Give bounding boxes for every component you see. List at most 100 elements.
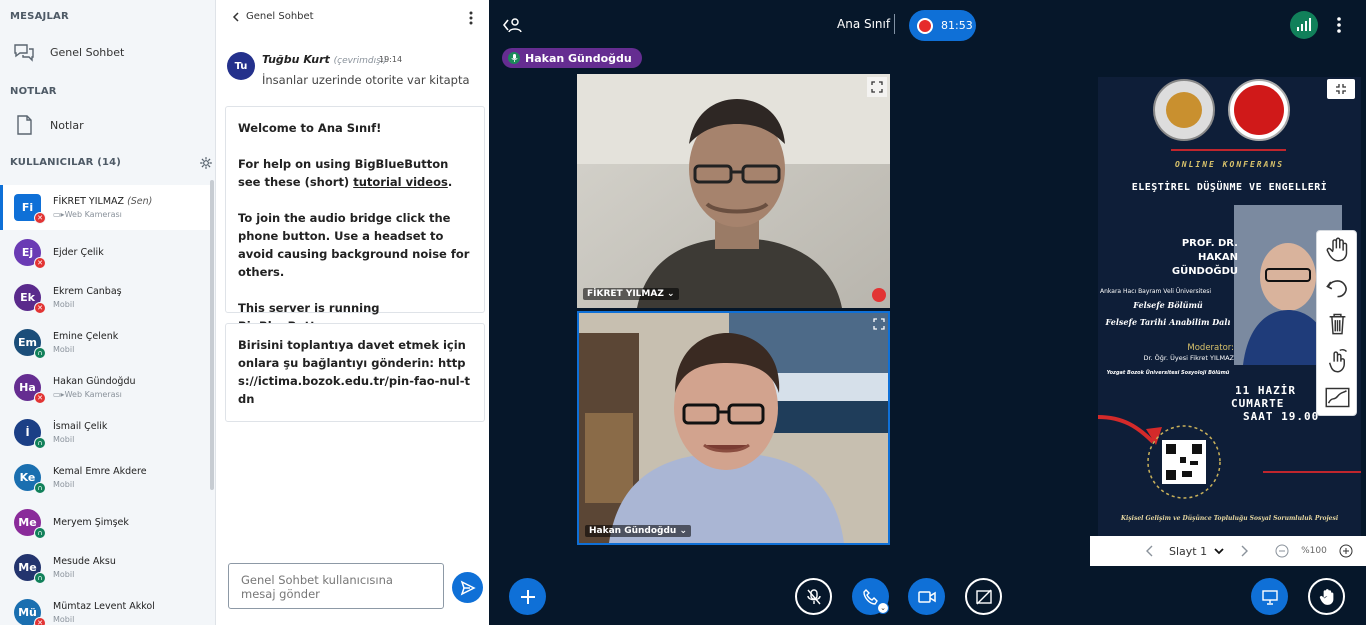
chat-message-input[interactable]: Genel Sohbet kullanıcısına mesaj gönder	[228, 563, 444, 609]
zoom-in-icon[interactable]	[1339, 544, 1353, 558]
notes-item[interactable]: Notlar	[12, 113, 84, 137]
user-list-item[interactable]: Fi ✕ FİKRET YILMAZ (Sen) ▭▸Web Kamerası	[0, 185, 210, 230]
audio-options-chevron-icon[interactable]: ⌄	[877, 602, 889, 614]
user-status-text: Mobil	[53, 300, 75, 309]
user-name: İsmail Çelik	[53, 421, 107, 432]
presentation-toggle-button[interactable]	[1251, 578, 1288, 615]
video-label-fikret[interactable]: FİKRET YILMAZ ⌄	[583, 288, 679, 300]
user-status: Mobil	[53, 570, 74, 579]
webcam-video-hakan[interactable]: Hakan Gündoğdu ⌄	[577, 311, 890, 545]
undo-icon[interactable]	[1324, 273, 1351, 300]
user-list-item[interactable]: Ek ✕ Ekrem Canbaş Mobil	[0, 275, 210, 320]
muted-mic-icon: ✕	[34, 392, 46, 404]
slide-select[interactable]: Slayt 1	[1169, 545, 1207, 558]
user-list-item[interactable]: Ej ✕ Ejder Çelik	[0, 230, 210, 275]
slide-prof-title: PROF. DR.	[1181, 238, 1238, 249]
toggle-userlist-icon[interactable]	[503, 16, 523, 34]
recording-button[interactable]: 81:53	[909, 10, 976, 41]
user-you: (Sen)	[127, 196, 153, 207]
webcam-video-fikret[interactable]: FİKRET YILMAZ ⌄	[577, 74, 890, 308]
slide-dept2: Felsefe Tarihi Anabilim Dalı	[1105, 317, 1231, 327]
invite-text: Birisini toplantıya davet etmek için onl…	[238, 338, 471, 406]
user-settings-gear-icon[interactable]	[199, 156, 213, 170]
welcome-message-box: Welcome to Ana Sınıf! For help on using …	[225, 106, 485, 333]
send-message-button[interactable]	[452, 572, 483, 603]
webcam-icon: ▭▸	[53, 210, 65, 219]
user-status: Mobil	[53, 480, 74, 489]
actions-plus-button[interactable]	[509, 578, 546, 615]
talking-indicator[interactable]: Hakan Gündoğdu	[502, 48, 642, 68]
user-status-text: Mobil	[53, 435, 75, 444]
previous-slide-icon[interactable]	[1145, 545, 1155, 557]
fullscreen-icon	[1336, 84, 1346, 94]
notes-label: Notlar	[50, 118, 84, 132]
send-icon	[460, 580, 476, 595]
user-list-item[interactable]: Mü ✕ Mümtaz Levent Akkol Mobil	[0, 590, 210, 625]
user-list-item[interactable]: Ha ✕ Hakan Gündoğdu ▭▸Web Kamerası	[0, 365, 210, 410]
hand-pan-icon[interactable]	[1324, 236, 1351, 263]
webcam-button[interactable]	[908, 578, 945, 615]
options-kebab-icon[interactable]	[1334, 16, 1344, 34]
user-list-item[interactable]: Me ∩ Mesude Aksu Mobil	[0, 545, 210, 590]
user-list-item[interactable]: Em ∩ Emine Çelenk Mobil	[0, 320, 210, 365]
plus-icon	[520, 589, 535, 604]
next-slide-icon[interactable]	[1239, 545, 1249, 557]
chat-header[interactable]: Genel Sohbet	[232, 11, 314, 22]
headphones-icon: ∩	[34, 527, 46, 539]
slide-name1: HAKAN	[1198, 252, 1238, 263]
signal-bar-icon	[1305, 21, 1307, 31]
talking-name: Hakan Gündoğdu	[525, 51, 632, 65]
chat-panel: Genel Sohbet Tu Tuğbu Kurt (çevrimdışı) …	[216, 0, 489, 625]
user-status-text: Web Kamerası	[64, 390, 122, 399]
connection-status-button[interactable]	[1290, 11, 1318, 39]
raise-hand-button[interactable]	[1308, 578, 1345, 615]
user-status-text: Mobil	[53, 345, 75, 354]
user-name-text: Mümtaz Levent Akkol	[53, 601, 155, 612]
trash-icon[interactable]	[1324, 310, 1351, 337]
headphones-icon: ∩	[34, 347, 46, 359]
tutorial-videos-link[interactable]: tutorial videos	[353, 175, 448, 189]
slide-univ: Ankara Hacı Bayram Veli Üniversitesi	[1100, 288, 1212, 295]
presentation-fullscreen-button[interactable]	[1327, 79, 1355, 99]
message-sender: Tuğbu Kurt (çevrimdışı)	[262, 53, 387, 66]
webcam-image	[577, 74, 890, 308]
user-name: Hakan Gündoğdu	[53, 376, 136, 387]
microphone-icon	[508, 52, 520, 64]
screen-share-button[interactable]	[965, 578, 1002, 615]
user-list-item[interactable]: Ke ∩ Kemal Emre Akdere Mobil	[0, 455, 210, 500]
user-list-item[interactable]: İ ∩ İsmail Çelik Mobil	[0, 410, 210, 455]
chevron-down-icon	[1214, 548, 1224, 555]
public-chat-item[interactable]: Genel Sohbet	[12, 40, 124, 64]
user-name: Ekrem Canbaş	[53, 286, 122, 297]
fullscreen-button[interactable]	[869, 314, 888, 334]
slide-prof: PROF. DR. HAKAN GÜNDOĞDU	[1098, 237, 1238, 279]
slide-modname: Dr. Öğr. Üyesi Fikret YILMAZ	[1143, 354, 1234, 362]
fullscreen-button[interactable]	[867, 77, 887, 97]
user-name: Meryem Şimşek	[53, 517, 129, 528]
video2-name: Hakan Gündoğdu	[589, 526, 677, 536]
audio-phone-button[interactable]: ⌄	[852, 578, 889, 615]
welcome-room: Ana Sınıf	[317, 121, 377, 135]
muted-mic-icon: ✕	[34, 212, 46, 224]
zoom-level: %100	[1301, 546, 1327, 556]
video-label-hakan[interactable]: Hakan Gündoğdu ⌄	[585, 525, 692, 537]
user-list-item[interactable]: Me ∩ Meryem Şimşek	[0, 500, 210, 545]
mute-microphone-button[interactable]	[795, 578, 832, 615]
message-text: İnsanlar uzerinde otorite var kitapta	[262, 73, 470, 87]
user-status: Mobil	[53, 345, 74, 354]
slide-title: ELEŞTİREL DÜŞÜNME VE ENGELLERİ	[1131, 182, 1328, 193]
presentation-icon	[1261, 589, 1278, 605]
fullscreen-icon	[873, 318, 885, 330]
slide-name2: GÜNDOĞDU	[1171, 266, 1238, 277]
user-list-scrollbar[interactable]	[210, 180, 214, 490]
users-section-title: KULLANICILAR (14)	[10, 157, 122, 168]
pen-tool-icon[interactable]	[1324, 384, 1351, 411]
signal-bar-icon	[1309, 18, 1311, 31]
webcam-icon: ▭▸	[53, 390, 65, 399]
multi-user-whiteboard-icon[interactable]	[1324, 347, 1351, 374]
message-time: 19:14	[379, 55, 403, 64]
zoom-out-icon[interactable]	[1275, 544, 1289, 558]
annotation-toolbar	[1316, 230, 1357, 416]
chat-options-kebab-icon[interactable]	[466, 10, 476, 26]
user-name-text: İsmail Çelik	[53, 421, 108, 432]
